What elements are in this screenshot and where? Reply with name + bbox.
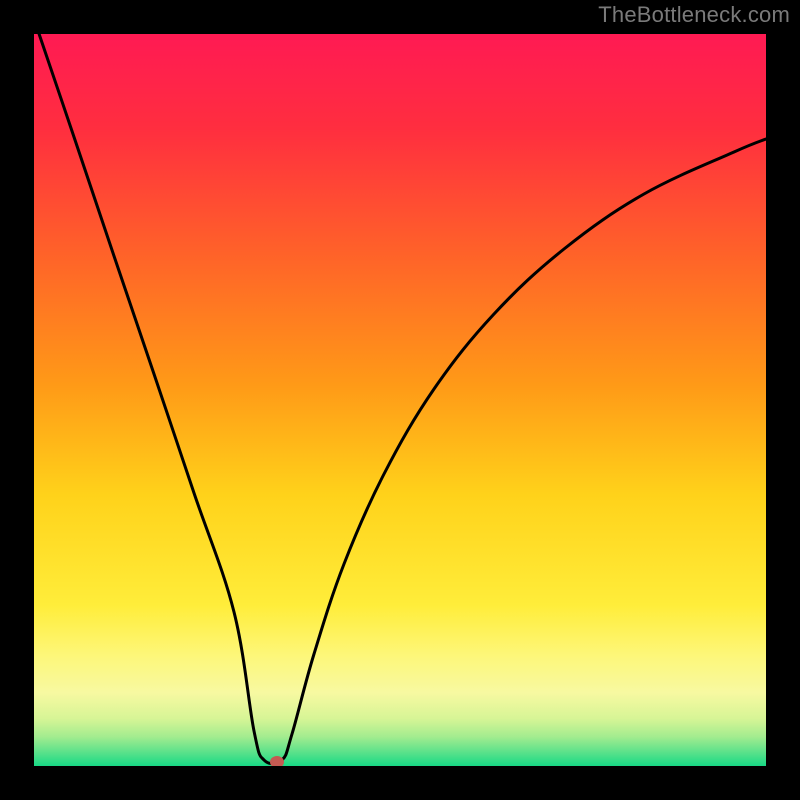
chart-frame: TheBottleneck.com <box>0 0 800 800</box>
optimal-point-marker <box>270 756 284 766</box>
watermark-text: TheBottleneck.com <box>598 2 790 28</box>
plot-area <box>34 34 766 766</box>
bottleneck-curve <box>34 34 766 766</box>
